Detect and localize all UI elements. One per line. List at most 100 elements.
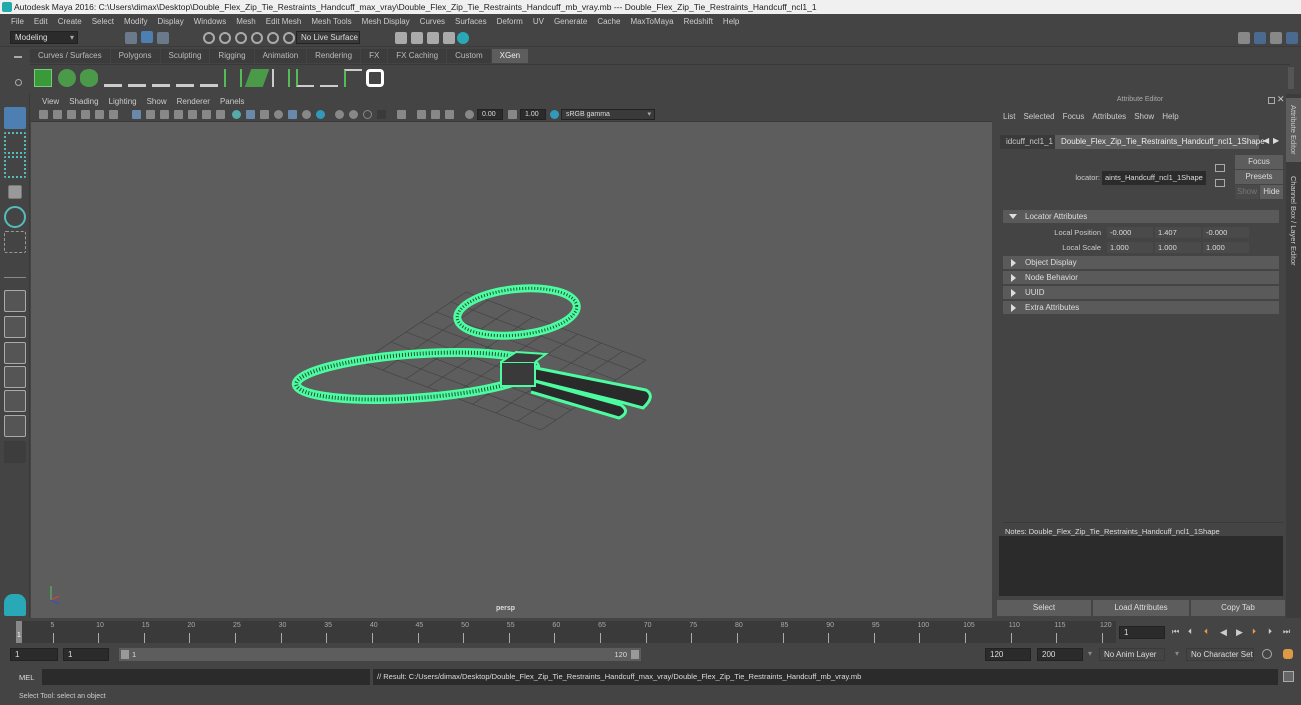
exposure-icon[interactable]	[465, 110, 474, 119]
shelf-tab-curves-surfaces[interactable]: Curves / Surfaces	[30, 49, 110, 63]
menu-set-dropdown[interactable]: Modeling ▾	[10, 31, 78, 44]
persp-hypershade-layout-icon[interactable]	[4, 415, 26, 437]
screen-space-ao-icon[interactable]	[335, 110, 344, 119]
xgen-logo-icon[interactable]	[366, 69, 384, 87]
script-editor-icon[interactable]	[1283, 671, 1294, 682]
bookmark-icon[interactable]	[67, 110, 76, 119]
xgen-visibility-icon[interactable]	[176, 69, 194, 87]
xgen-comb-icon[interactable]	[320, 69, 338, 87]
menu-help[interactable]: Help	[718, 17, 744, 26]
persp-outliner-layout-icon[interactable]	[4, 342, 26, 364]
xgen-grass-icon[interactable]	[224, 69, 242, 87]
menu-cache[interactable]: Cache	[592, 17, 625, 26]
ae-menu-attributes[interactable]: Attributes	[1088, 111, 1130, 123]
select-button[interactable]: Select	[997, 600, 1091, 616]
default-material-icon[interactable]	[260, 110, 269, 119]
scale-tool-icon[interactable]	[4, 231, 26, 253]
menu-surfaces[interactable]: Surfaces	[450, 17, 492, 26]
safe-title-icon[interactable]	[216, 110, 225, 119]
focus-input-icon[interactable]	[1215, 164, 1225, 172]
viewport-menu-view[interactable]: View	[37, 97, 64, 106]
xgen-sculpt-icon[interactable]	[272, 69, 290, 87]
viewport-menu-renderer[interactable]: Renderer	[172, 97, 215, 106]
menu-mesh-display[interactable]: Mesh Display	[357, 17, 415, 26]
ae-tab-shape[interactable]: Double_Flex_Zip_Tie_Restraints_Handcuff_…	[1055, 135, 1265, 149]
go-to-start-icon[interactable]: ⏮	[1172, 627, 1182, 637]
snap-live-icon[interactable]	[283, 32, 295, 44]
timeline-ruler[interactable]: 1 5 10 15 20 25 30 35 40 45 50 55 60 65 70 75 80 85 90 95 1…	[16, 621, 1116, 643]
auto-key-icon[interactable]	[1262, 649, 1272, 659]
rotate-tool-icon[interactable]	[4, 206, 26, 228]
close-icon[interactable]: ✕	[1277, 94, 1285, 105]
menu-mesh-tools[interactable]: Mesh Tools	[306, 17, 356, 26]
persp-outliner-vertical-layout-icon[interactable]	[4, 390, 26, 412]
select-hierarchy-icon[interactable]	[125, 32, 137, 44]
step-back-frame-icon[interactable]: ⏴	[1188, 627, 1198, 637]
menu-generate[interactable]: Generate	[549, 17, 592, 26]
show-button[interactable]: Show	[1235, 185, 1259, 199]
render-view-icon[interactable]	[395, 32, 407, 44]
grease-pencil-icon[interactable]	[109, 110, 118, 119]
hide-button[interactable]: Hide	[1260, 185, 1283, 199]
render-settings-icon[interactable]	[443, 32, 455, 44]
snap-surface-icon[interactable]	[267, 32, 279, 44]
shelf-tab-xgen[interactable]: XGen	[491, 49, 529, 63]
four-view-layout-icon[interactable]	[4, 316, 26, 338]
gamma-field[interactable]: 1.00	[520, 109, 546, 120]
menu-display[interactable]: Display	[153, 17, 189, 26]
menu-mesh[interactable]: Mesh	[231, 17, 261, 26]
anim-layer-dropdown[interactable]: No Anim Layer	[1099, 648, 1165, 661]
xgen-preview-icon[interactable]	[58, 69, 76, 87]
grid-icon[interactable]	[132, 110, 141, 119]
local-position-z[interactable]: -0.000	[1203, 227, 1249, 238]
backface-culling-icon[interactable]	[445, 110, 454, 119]
select-object-icon[interactable]	[141, 31, 153, 43]
load-attributes-button[interactable]: Load Attributes	[1093, 600, 1189, 616]
snap-view-plane-icon[interactable]	[251, 32, 263, 44]
camera-attributes-icon[interactable]	[53, 110, 62, 119]
xgen-library-icon[interactable]	[34, 69, 52, 87]
viewport-persp[interactable]: View Shading Lighting Show Renderer Pane…	[31, 94, 992, 618]
shelf-tab-fx[interactable]: FX	[361, 49, 388, 63]
wireframe-on-shaded-icon[interactable]	[274, 110, 283, 119]
step-forward-frame-icon[interactable]: ⏵	[1268, 627, 1278, 637]
ae-menu-list[interactable]: List	[999, 111, 1019, 123]
exposure-field[interactable]: 0.00	[477, 109, 503, 120]
menu-windows[interactable]: Windows	[189, 17, 231, 26]
shelf-settings-icon[interactable]	[15, 79, 22, 86]
attribute-editor-toggle-icon[interactable]	[1254, 32, 1266, 44]
section-extra-attributes[interactable]: Extra Attributes	[1003, 301, 1279, 314]
section-locator-attributes[interactable]: Locator Attributes	[1003, 210, 1279, 223]
xgen-place-icon[interactable]	[128, 69, 146, 87]
scene-3d-view[interactable]	[31, 122, 992, 618]
shelf-tab-sculpting[interactable]: Sculpting	[160, 49, 210, 63]
float-panel-icon[interactable]	[1268, 97, 1275, 104]
local-position-y[interactable]: 1.407	[1155, 227, 1201, 238]
render-current-frame-icon[interactable]	[411, 32, 423, 44]
side-tab-attribute-editor[interactable]: Attribute Editor	[1286, 98, 1301, 162]
menu-deform[interactable]: Deform	[492, 17, 528, 26]
shelf-menu-icon[interactable]	[14, 56, 22, 58]
single-perspective-layout-icon[interactable]	[4, 290, 26, 312]
snap-grid-icon[interactable]	[203, 32, 215, 44]
field-chart-icon[interactable]	[188, 110, 197, 119]
shelf-tab-polygons[interactable]: Polygons	[110, 49, 160, 63]
select-component-icon[interactable]	[157, 32, 169, 44]
image-plane-icon[interactable]	[81, 110, 90, 119]
range-slider[interactable]: 1 120	[119, 648, 641, 661]
ae-menu-show[interactable]: Show	[1130, 111, 1158, 123]
node-name-field[interactable]: aints_Handcuff_ncl1_1Shape	[1102, 171, 1206, 185]
go-to-end-icon[interactable]: ⏭	[1283, 627, 1293, 637]
local-scale-y[interactable]: 1.000	[1155, 242, 1201, 253]
menu-select[interactable]: Select	[87, 17, 119, 26]
shelf-scroll[interactable]	[1288, 67, 1294, 89]
custom-layout-icon[interactable]	[4, 441, 26, 463]
move-tool-icon[interactable]	[8, 185, 22, 199]
section-object-display[interactable]: Object Display	[1003, 256, 1279, 269]
paint-select-tool-icon[interactable]	[4, 156, 26, 178]
character-set-dropdown[interactable]: No Character Set	[1186, 648, 1254, 661]
section-uuid[interactable]: UUID	[1003, 286, 1279, 299]
2d-pan-zoom-icon[interactable]	[95, 110, 104, 119]
lasso-tool-icon[interactable]	[4, 132, 26, 154]
xray-active-icon[interactable]	[431, 110, 440, 119]
